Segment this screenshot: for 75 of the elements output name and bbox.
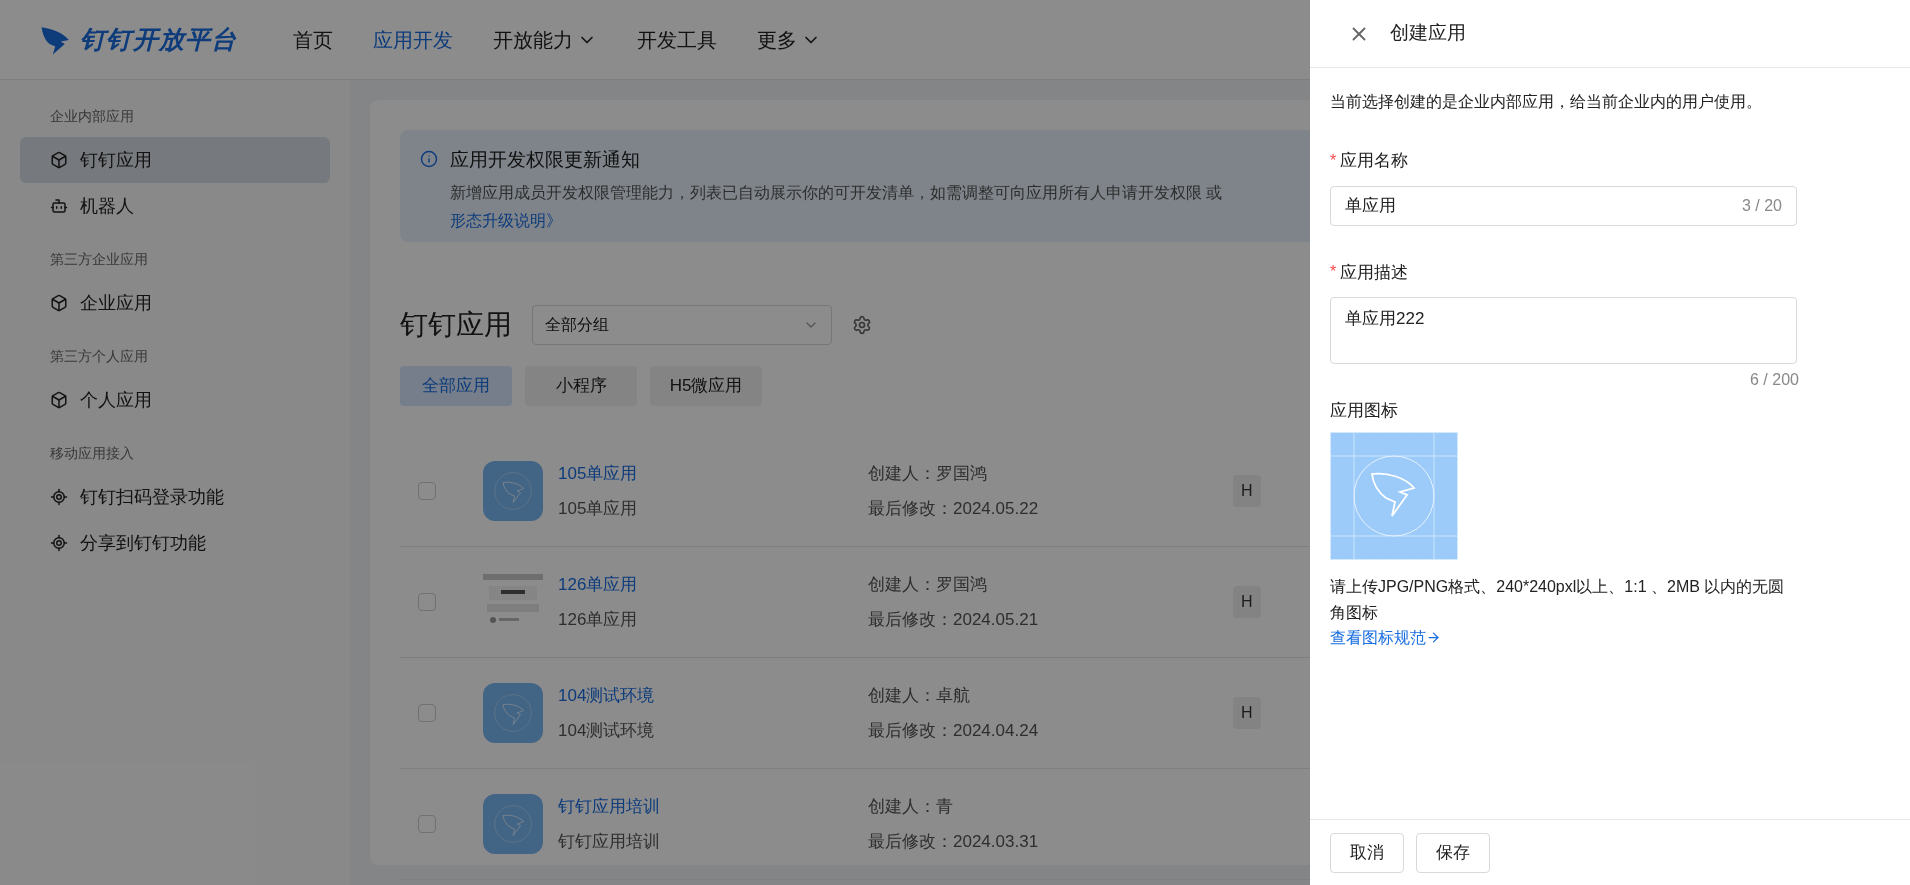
- sidebar-item[interactable]: 机器人: [20, 183, 330, 229]
- icon-upload-preview[interactable]: [1330, 431, 1458, 560]
- sidebar-item[interactable]: 企业应用: [20, 280, 330, 326]
- app-description: 钉钉应用培训: [558, 831, 661, 853]
- field-label: 应用描述: [1340, 261, 1409, 284]
- app-type-tag: H: [1233, 586, 1261, 618]
- crosshair-icon: [50, 488, 68, 506]
- app-name-link[interactable]: 105单应用: [558, 460, 868, 486]
- app-name-link[interactable]: 104测试环境: [558, 682, 868, 708]
- sidebar-item[interactable]: 钉钉扫码登录功能: [20, 474, 330, 520]
- sidebar-item[interactable]: 钉钉应用: [20, 137, 330, 183]
- sidebar-item[interactable]: 分享到钉钉功能: [20, 520, 330, 566]
- required-mark: *: [1330, 262, 1337, 283]
- app-type-tag: H: [1233, 697, 1261, 729]
- crosshair-icon: [50, 534, 68, 552]
- app-type-tag: H: [1233, 475, 1261, 507]
- nav-item[interactable]: 应用开发: [373, 24, 453, 55]
- field-label: 应用图标: [1330, 400, 1399, 422]
- modified-date: 最后修改：2024.05.21: [868, 609, 1040, 631]
- icon-hint: 请上传JPG/PNG格式、240*240pxl以上、1:1 、2MB 以内的无圆角图标: [1330, 576, 1786, 623]
- creator-text: 创建人：罗国鸿: [868, 573, 988, 596]
- textarea-field[interactable]: 单应用222: [1330, 297, 1797, 364]
- icon-guide-link[interactable]: 查看图标规范: [1330, 625, 1441, 650]
- creator-text: 创建人：青: [868, 795, 954, 818]
- section-title: 企业内部应用: [49, 107, 135, 126]
- cube-icon: [50, 151, 68, 169]
- modified-date: 最后修改：2024.03.31: [868, 831, 1040, 853]
- footer-button[interactable]: 保存: [1416, 832, 1490, 873]
- intro-text: 当前选择创建的是企业内部应用，给当前企业内的用户使用。: [1330, 92, 1763, 112]
- modified-date: 最后修改：2024.04.24: [868, 720, 1040, 742]
- required-mark: *: [1330, 150, 1337, 171]
- input-value: 单应用222: [1345, 309, 1425, 328]
- app-icon: [483, 461, 543, 521]
- app-icon: [483, 683, 543, 743]
- filter-tab[interactable]: 小程序: [525, 366, 637, 406]
- field-label: 应用名称: [1340, 150, 1409, 172]
- section-title: 第三方企业应用: [49, 250, 149, 269]
- section-title: 第三方个人应用: [49, 347, 149, 366]
- creator-text: 创建人：卓航: [868, 684, 971, 707]
- app-description: 105单应用: [558, 498, 639, 520]
- arrow-right-icon: [1426, 630, 1441, 645]
- modified-date: 最后修改：2024.05.22: [868, 498, 1040, 520]
- checkbox[interactable]: [418, 815, 436, 833]
- group-select[interactable]: 全部分组: [532, 305, 832, 345]
- checkbox[interactable]: [418, 593, 436, 611]
- app-name-link[interactable]: 126单应用: [558, 571, 868, 597]
- creator-text: 创建人：罗国鸿: [868, 462, 988, 485]
- filter-tab[interactable]: H5微应用: [650, 366, 762, 406]
- notice-title: 应用开发权限更新通知: [450, 148, 640, 172]
- nav-item[interactable]: 更多: [757, 24, 821, 55]
- nav-item[interactable]: 开发工具: [637, 24, 717, 55]
- app-description: 104测试环境: [558, 720, 656, 742]
- nav-item[interactable]: 开放能力: [493, 24, 597, 55]
- sidebar-item[interactable]: 个人应用: [20, 377, 330, 423]
- section-title: 移动应用接入: [49, 444, 135, 463]
- input-field[interactable]: 单应用 3 / 20: [1330, 185, 1797, 226]
- drawer-title: 创建应用: [1390, 21, 1466, 46]
- app-name-link[interactable]: 钉钉应用培训: [558, 793, 868, 819]
- app-icon: [483, 794, 543, 854]
- notice-link[interactable]: 形态升级说明》: [450, 211, 562, 229]
- app-description: 126单应用: [558, 609, 639, 631]
- nav-item[interactable]: 首页: [293, 24, 333, 55]
- footer-button[interactable]: 取消: [1330, 832, 1404, 873]
- checkbox[interactable]: [418, 482, 436, 500]
- settings-icon[interactable]: [852, 315, 872, 335]
- robot-icon: [50, 197, 68, 215]
- checkbox[interactable]: [418, 704, 436, 722]
- char-counter: 3 / 20: [1741, 195, 1782, 216]
- cube-icon: [50, 391, 68, 409]
- input-value: 单应用: [1345, 194, 1396, 217]
- page-title: 钉钉应用: [400, 308, 512, 342]
- cube-icon: [50, 294, 68, 312]
- logo-text: 钉钉开放平台: [80, 23, 238, 55]
- char-counter: 6 / 200: [1750, 370, 1799, 390]
- info-icon: [420, 150, 438, 168]
